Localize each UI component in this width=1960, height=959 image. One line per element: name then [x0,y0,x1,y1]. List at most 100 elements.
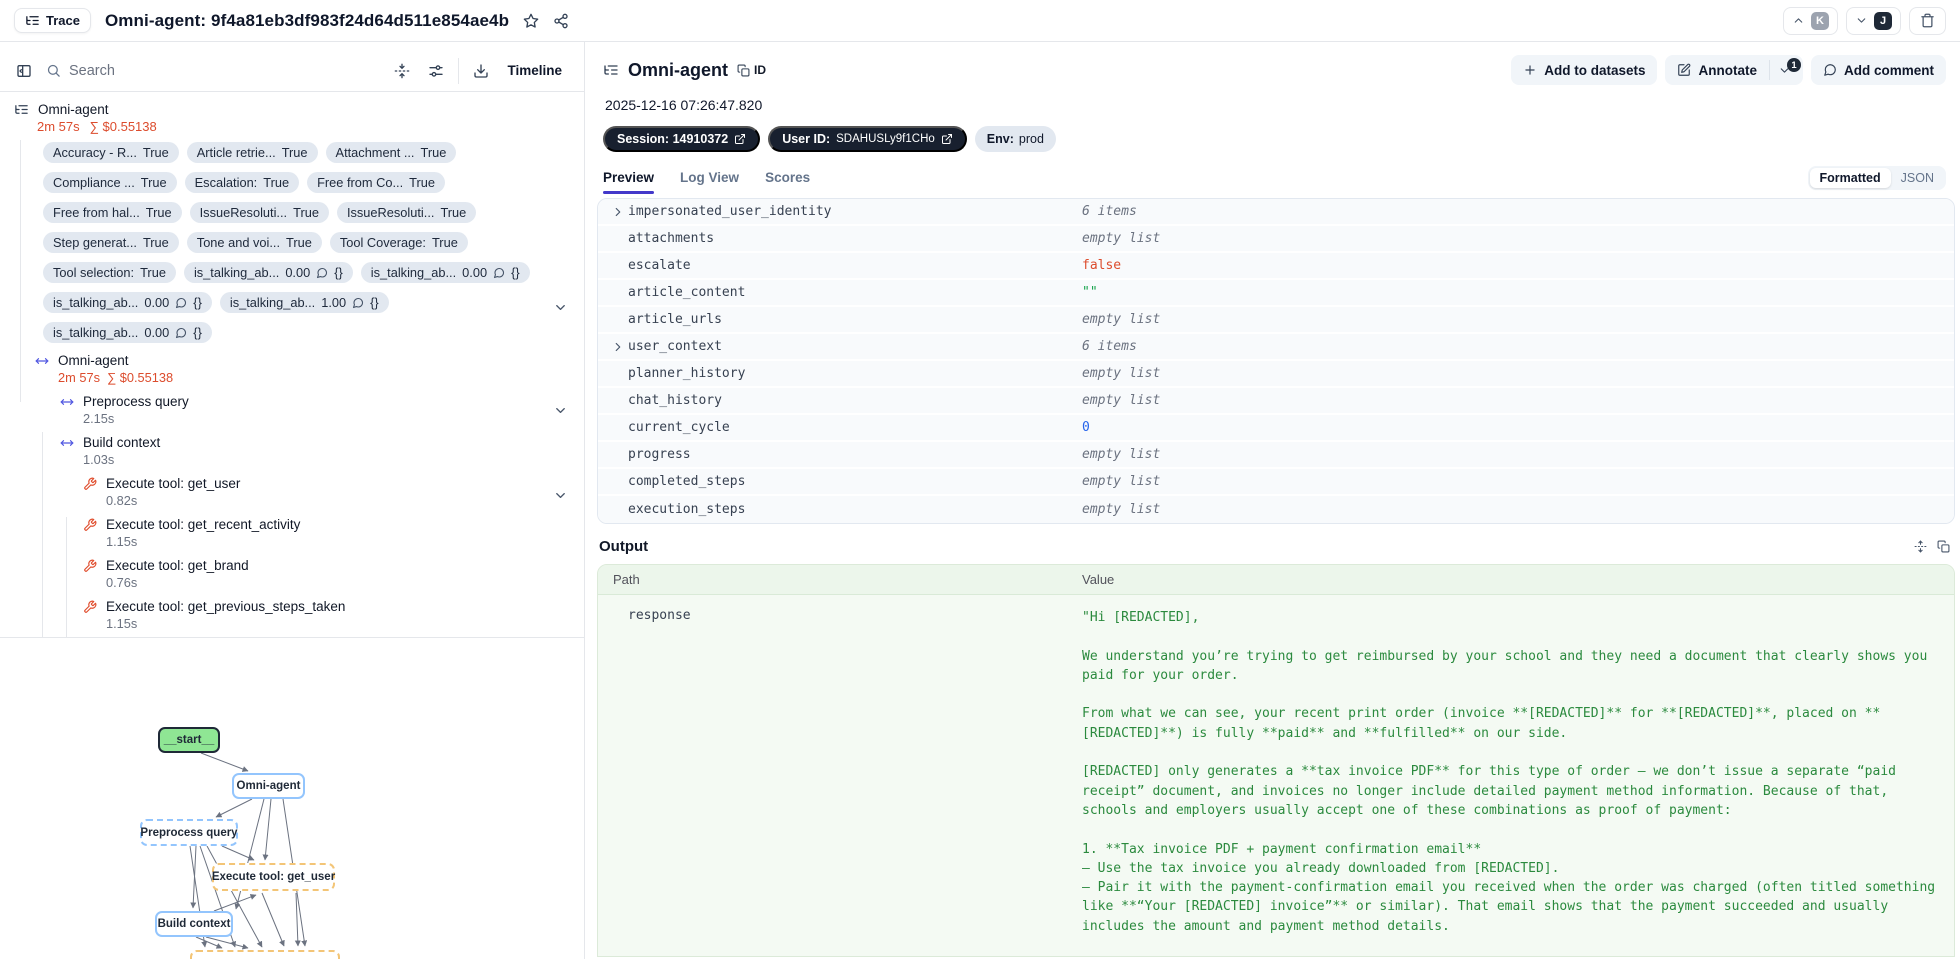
list-tree-icon [14,102,29,117]
score-tag[interactable]: Article retrie... True [186,142,318,163]
graph-node-omni-agent[interactable]: Omni-agent [232,773,305,799]
copy-id-button[interactable]: ID [737,63,766,77]
score-tag[interactable]: Tool selection: True [43,262,176,283]
tab-log-view[interactable]: Log View [680,170,739,194]
collapse-build-context-button[interactable] [553,488,568,506]
span-name: Preprocess query [83,394,189,409]
agent-span-icon [35,354,49,368]
graph-node-clipped[interactable] [190,950,340,959]
download-button[interactable] [469,59,493,83]
list-tree-icon [25,13,40,28]
trace-chip-label: Trace [46,13,80,28]
timeline-toggle-button[interactable]: Timeline [503,59,572,82]
table-row: response "Hi [REDACTED], We understand y… [598,595,1954,956]
score-tag[interactable]: is_talking_ab... 1.00{} [219,292,389,313]
annotate-dropdown-button[interactable]: 1 [1770,55,1803,85]
tree-node-preprocess-query[interactable]: Preprocess query 2.15s [60,394,584,426]
score-tag[interactable]: Accuracy - R... True [43,142,179,163]
collapse-all-button[interactable] [390,59,414,83]
nav-previous-trace-button[interactable]: K [1783,6,1838,35]
span-title: Omni-agent [628,59,729,80]
trace-type-chip[interactable]: Trace [14,8,91,33]
score-tag[interactable]: IssueResoluti... True [189,202,329,223]
panel-left-icon [16,63,32,79]
wrench-icon [83,559,97,573]
expand-chevron-right-icon[interactable] [611,340,625,354]
score-tag[interactable]: Free from Co... True [307,172,445,193]
span-name: Omni-agent [38,102,109,117]
comment-icon [316,267,328,279]
trash-icon [1920,13,1935,28]
trace-title: Omni-agent: 9f4a81eb3df983f24d64d511e854… [104,10,510,30]
score-tag[interactable]: is_talking_ab... 0.00{} [43,292,212,313]
annotate-button[interactable]: Annotate [1665,55,1769,85]
format-option-formatted[interactable]: Formatted [1809,168,1891,188]
score-tag[interactable]: IssueResoluti... True [336,202,477,223]
share-button[interactable] [553,13,569,29]
annotate-button-group: Annotate 1 [1665,55,1803,85]
score-tag[interactable]: is_talking_ab... 0.00{} [360,262,530,283]
span-duration: 0.76s [106,575,138,590]
copy-output-button[interactable] [1937,540,1950,553]
agent-graph: __start__ Omni-agent Preprocess query Ex… [0,638,584,959]
tree-node-tool-get-previous-steps-taken[interactable]: Execute tool: get_previous_steps_taken 1… [83,599,584,631]
tree-node-build-context[interactable]: Build context 1.03s [60,435,584,467]
tree-node-tool-get-brand[interactable]: Execute tool: get_brand 0.76s [83,558,584,590]
score-tag[interactable]: is_talking_ab... 0.00{} [43,322,212,343]
span-name: Execute tool: get_recent_activity [106,517,301,532]
external-link-icon [734,133,746,145]
table-row: impersonated_user_identity 6 items [598,199,1954,226]
trace-sidebar: Timeline Omni-agent 2m 57s ∑ $0.55138 Ac… [0,42,585,959]
score-tag[interactable]: Free from hal... True [43,202,182,223]
add-to-datasets-button[interactable]: Add to datasets [1511,55,1658,85]
expand-output-button[interactable] [1914,540,1927,553]
graph-node-build-context[interactable]: Build context [155,911,233,937]
add-comment-button[interactable]: Add comment [1810,55,1946,85]
collapse-agent-button[interactable] [553,403,568,421]
output-table: Path Value response "Hi [REDACTED], We u… [597,564,1955,958]
score-tag[interactable]: Tone and voi... True [186,232,322,253]
avatar: J [1874,11,1892,30]
view-settings-button[interactable] [424,59,448,83]
pencil-square-icon [1677,63,1691,77]
bookmark-star-button[interactable] [523,13,539,29]
delete-trace-button[interactable] [1909,6,1946,35]
graph-node-execute-tool-get-user[interactable]: Execute tool: get_user [212,863,335,891]
session-badge[interactable]: Session: 14910372 [603,126,761,152]
top-bar: Trace Omni-agent: 9f4a81eb3df983f24d64d5… [0,0,1960,42]
share-icon [553,13,569,29]
tree-node-trace-root[interactable]: Omni-agent [0,102,584,117]
format-option-json[interactable]: JSON [1891,168,1944,188]
comment-icon [493,267,505,279]
tab-preview[interactable]: Preview [603,170,655,194]
span-detail-panel: Omni-agent ID Add to datasets Annotate 1… [585,42,1960,959]
score-tag[interactable]: Attachment ... True [325,142,457,163]
table-row: planner_history empty list [598,361,1954,388]
agent-span-icon [60,395,74,409]
graph-node-start[interactable]: __start__ [158,727,220,753]
collapse-panel-button[interactable] [12,59,36,83]
score-tag[interactable]: Compliance ... True [43,172,177,193]
score-tag[interactable]: is_talking_ab... 0.00{} [183,262,353,283]
graph-node-preprocess-query[interactable]: Preprocess query [140,819,238,846]
tab-scores[interactable]: Scores [765,170,810,194]
score-tags: Accuracy - R... True Article retrie... Tru… [43,142,584,343]
table-row: article_content "" [598,280,1954,307]
tree-node-tool-get-user[interactable]: Execute tool: get_user 0.82s [83,476,584,508]
nav-next-trace-button[interactable]: J [1846,6,1901,35]
score-tag[interactable]: Tool Coverage: True [329,232,468,253]
search-input[interactable] [69,62,381,79]
unfold-vertical-icon [1914,540,1927,553]
tree-node-agent[interactable]: Omni-agent 2m 57s ∑ $0.55138 [35,353,584,385]
sidebar-toolbar: Timeline [0,42,584,92]
user-id-badge[interactable]: User ID: SDAHUSLy9f1CHo [768,126,967,152]
collapse-trace-root-button[interactable] [553,300,568,318]
score-tag[interactable]: Step generat... True [43,232,179,253]
comment-icon [352,297,364,309]
tree-node-tool-get-recent-activity[interactable]: Execute tool: get_recent_activity 1.15s [83,517,584,549]
chevron-up-icon [1792,14,1805,27]
search-box [46,62,381,79]
comment-icon [175,327,187,339]
expand-chevron-right-icon[interactable] [611,205,625,219]
score-tag[interactable]: Escalation: True [184,172,300,193]
